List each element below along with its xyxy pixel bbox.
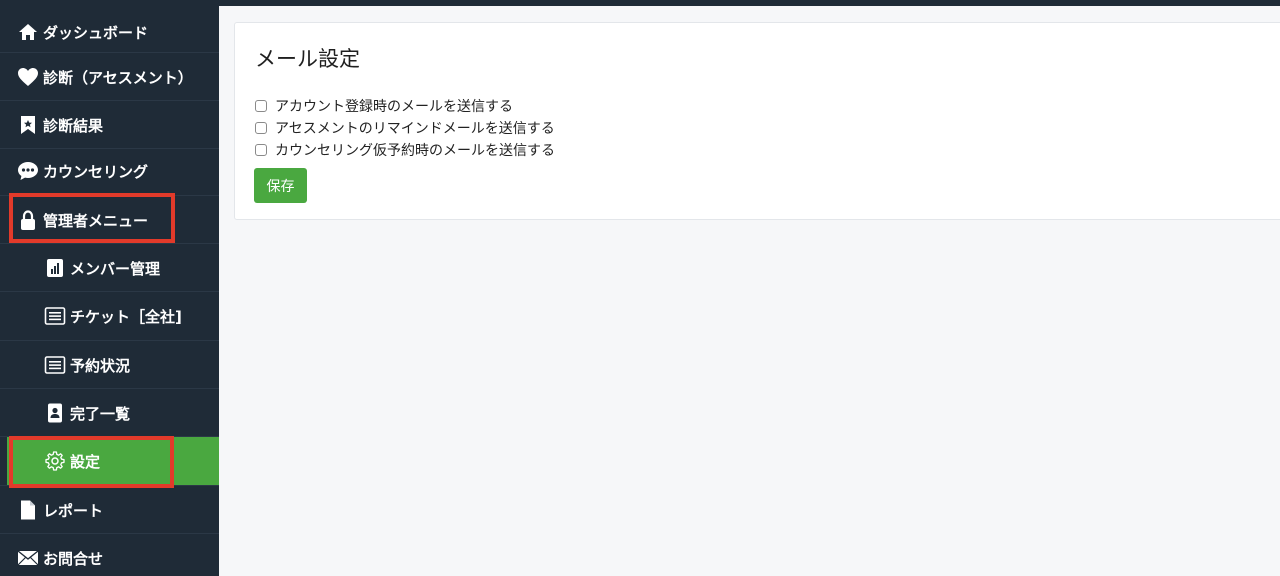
checkbox-label: アカウント登録時のメールを送信する [275,99,513,115]
sidebar-item-label: 管理者メニュー [43,211,149,230]
gear-icon [44,450,66,472]
sidebar-item-member-management[interactable]: メンバー管理 [0,244,219,292]
chat-bubble-icon [17,160,39,182]
checkbox-counseling-tentative-mail[interactable]: カウンセリング仮予約時のメールを送信する [255,140,555,160]
mail-icon [17,547,39,569]
main-content: メール設定 アカウント登録時のメールを送信する アセスメントのリマインドメールを… [219,6,1280,576]
checkbox[interactable] [255,100,267,112]
sidebar-item-label: お問合せ [43,549,104,568]
sidebar-item-counseling[interactable]: カウンセリング [0,147,219,195]
sidebar-item-admin-menu[interactable]: 管理者メニュー [0,196,219,244]
checkbox-label: アセスメントのリマインドメールを送信する [275,121,555,137]
document-icon [17,499,39,521]
mail-settings-card: メール設定 アカウント登録時のメールを送信する アセスメントのリマインドメールを… [234,22,1280,220]
sidebar-item-report[interactable]: レポート [0,486,219,534]
checkbox-assessment-reminder-mail[interactable]: アセスメントのリマインドメールを送信する [255,118,555,138]
list-icon [44,305,66,327]
sidebar-item-tickets[interactable]: チケット［全社] [0,292,219,340]
sidebar-item-label: 診断（アセスメント） [43,68,193,87]
lock-icon [17,209,39,231]
sidebar-item-dashboard[interactable]: ダッシュボード [0,8,219,56]
bar-chart-icon [44,257,66,279]
sidebar-item-label: 設定 [70,452,101,471]
sidebar-item-label: 診断結果 [43,116,104,135]
page-title: メール設定 [255,47,360,71]
sidebar-item-assessment[interactable]: 診断（アセスメント） [0,53,219,101]
sidebar-item-label: チケット［全社] [70,307,182,326]
checkbox-label: カウンセリング仮予約時のメールを送信する [275,143,555,159]
sidebar-item-label: メンバー管理 [70,259,161,278]
save-button[interactable]: 保存 [254,168,307,203]
id-card-icon [44,402,66,424]
checkbox-account-registration-mail[interactable]: アカウント登録時のメールを送信する [255,96,513,116]
heart-icon [17,66,39,88]
sidebar-item-label: 完了一覧 [70,404,131,423]
sidebar-item-reservation-status[interactable]: 予約状況 [0,341,219,389]
checkbox[interactable] [255,122,267,134]
sidebar-item-settings[interactable]: 設定 [7,437,219,485]
sidebar-item-label: ダッシュボード [43,23,149,42]
sidebar-item-results[interactable]: 診断結果 [0,101,219,149]
sidebar-item-contact[interactable]: お問合せ [0,534,219,576]
bookmark-icon [17,114,39,136]
sidebar-item-label: カウンセリング [43,162,149,181]
list-icon [44,354,66,376]
sidebar-item-label: レポート [43,501,104,520]
home-icon [17,21,39,43]
checkbox[interactable] [255,144,267,156]
sidebar-item-label: 予約状況 [70,356,131,375]
sidebar-item-completed-list[interactable]: 完了一覧 [0,389,219,437]
sidebar: ダッシュボード 診断（アセスメント） 診断結果 カウンセリング 管理者メニュー [0,0,219,576]
